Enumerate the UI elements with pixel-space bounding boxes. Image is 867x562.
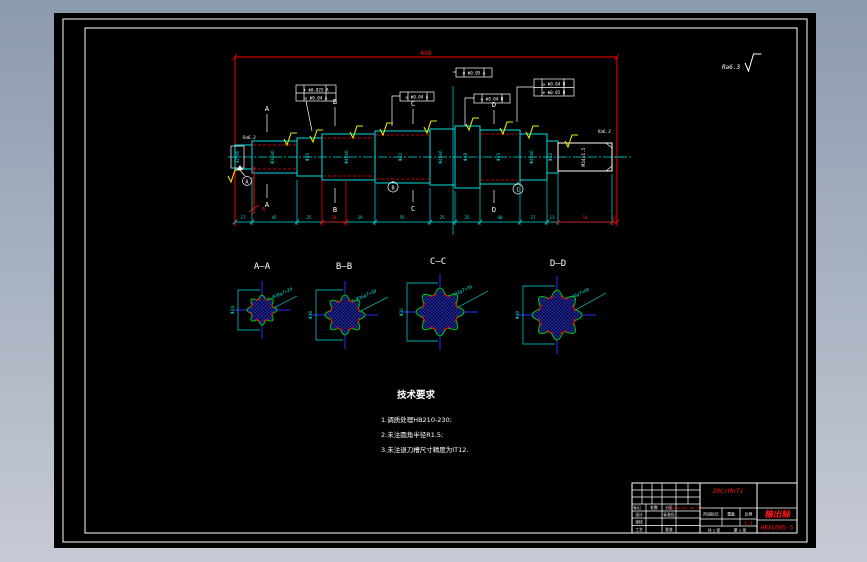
- dim-value: 25: [464, 215, 470, 220]
- section-label: C—C: [430, 257, 446, 267]
- cut-letter-b-bottom: B: [333, 206, 337, 214]
- label-approve: 批准: [665, 527, 673, 532]
- left-ra-note: Ra6.3: [243, 135, 256, 140]
- dia-label: Φ45k6: [529, 150, 535, 164]
- dia-label: Φ45k6: [438, 150, 444, 164]
- label-sheet-no: 第 1 张: [734, 528, 747, 533]
- scale-value: 1:1: [744, 521, 752, 527]
- tech-req-item: 3.未注退刀槽尺寸精度为IT12.: [381, 445, 468, 454]
- part-name-text: 输出轴: [764, 509, 791, 520]
- fcf-text: ◎ Φ0.04 A: [406, 95, 429, 100]
- dim-value: 40: [497, 215, 503, 220]
- fcf-text: ⌖ Φ0.05 B: [543, 90, 566, 95]
- dim-value: 25: [306, 215, 312, 220]
- overall-dim-text: 668: [421, 50, 432, 57]
- dia-label: Φ35: [305, 153, 311, 161]
- dim-value: 45: [271, 215, 277, 220]
- label-count: 处数: [650, 505, 658, 510]
- section-dim: Φ36: [399, 308, 405, 316]
- dim-value: 29: [357, 215, 363, 220]
- section-dim: Φ24: [230, 306, 236, 314]
- fcf-text: ◎ Φ0.04 B: [481, 97, 504, 102]
- stub-dia-text: Φ25k6: [235, 150, 240, 163]
- cut-letter-c-bottom: C: [411, 205, 415, 213]
- dim-value: 55: [399, 215, 405, 220]
- dim-value: 54: [582, 215, 588, 220]
- dim-value: 27: [530, 215, 536, 220]
- tech-req-title: 技术要求: [397, 389, 436, 401]
- red-aux-text: A: [262, 207, 265, 213]
- label-stage-mark: 阶段标记: [703, 512, 718, 517]
- dia-label: Φ40k6: [344, 150, 350, 164]
- dia-label: M24×1.5: [581, 147, 587, 166]
- datum-letter: B: [391, 186, 394, 192]
- label-weight: 重量: [727, 512, 735, 517]
- dim-value: 25: [439, 215, 445, 220]
- section-dim: Φ40: [515, 311, 521, 319]
- fcf-text: ⌖ Φ0.025 A: [303, 88, 329, 93]
- dim-value: 12: [611, 215, 617, 220]
- tech-req-item: 1.调质处理HB210-230;: [381, 415, 452, 424]
- cad-drawing: Ra6.3 668 Φ25k6 Ra6.3 Ra6.3 Φ30k6 Φ35 Φ4…: [0, 0, 867, 562]
- dia-label: Φ55: [496, 153, 502, 161]
- label-standardize: 标准化: [663, 512, 675, 517]
- label-mark: 标记: [633, 505, 641, 510]
- tech-req-item: 2.未注圆角半径R1.5;: [381, 430, 443, 439]
- fcf-text: ◎ Φ0.04 B: [543, 82, 566, 87]
- cut-letter-d-bottom: D: [492, 206, 496, 214]
- dia-label: Φ42: [398, 153, 404, 161]
- fcf-text: ◎ Φ0.04 A: [305, 96, 328, 101]
- section-label: B—B: [336, 262, 352, 272]
- drawing-canvas: [54, 13, 816, 548]
- datum-letter: C: [516, 188, 519, 194]
- section-label: D—D: [550, 259, 566, 269]
- cut-letter-d-top: D: [492, 101, 496, 109]
- label-check: 审核: [635, 520, 643, 525]
- cad-viewer-stage: Ra6.3 668 Φ25k6 Ra6.3 Ra6.3 Φ30k6 Φ35 Φ4…: [0, 0, 867, 562]
- surface-note-text: Ra6.3: [722, 64, 740, 71]
- cut-letter-b-top: B: [333, 98, 337, 106]
- label-sheets: 共 1 张: [708, 528, 721, 533]
- dia-label: Φ48: [463, 153, 469, 161]
- right-ra-note: Ra6.3: [598, 129, 611, 134]
- drawing-number-text: HBXL005-5: [760, 525, 794, 532]
- label-design: 设计: [635, 512, 643, 517]
- section-label: A—A: [254, 262, 271, 272]
- material-text: 20CrMnTi: [712, 487, 743, 495]
- fcf-text: ⊕ Φ0.05 A: [463, 71, 486, 76]
- dim-value: 24: [331, 215, 337, 220]
- label-scale: 比例: [745, 512, 753, 517]
- revision-entry-red: ×××××-×× ××.×.×: [668, 506, 705, 511]
- label-process: 工艺: [635, 527, 643, 532]
- datum-letter: A: [245, 180, 248, 186]
- dia-label: Φ30k6: [270, 150, 276, 164]
- dim-value: 17: [240, 215, 246, 220]
- section-dim: Φ30: [308, 311, 314, 319]
- dia-label: Φ42: [548, 153, 554, 161]
- dim-value: 11: [549, 215, 555, 220]
